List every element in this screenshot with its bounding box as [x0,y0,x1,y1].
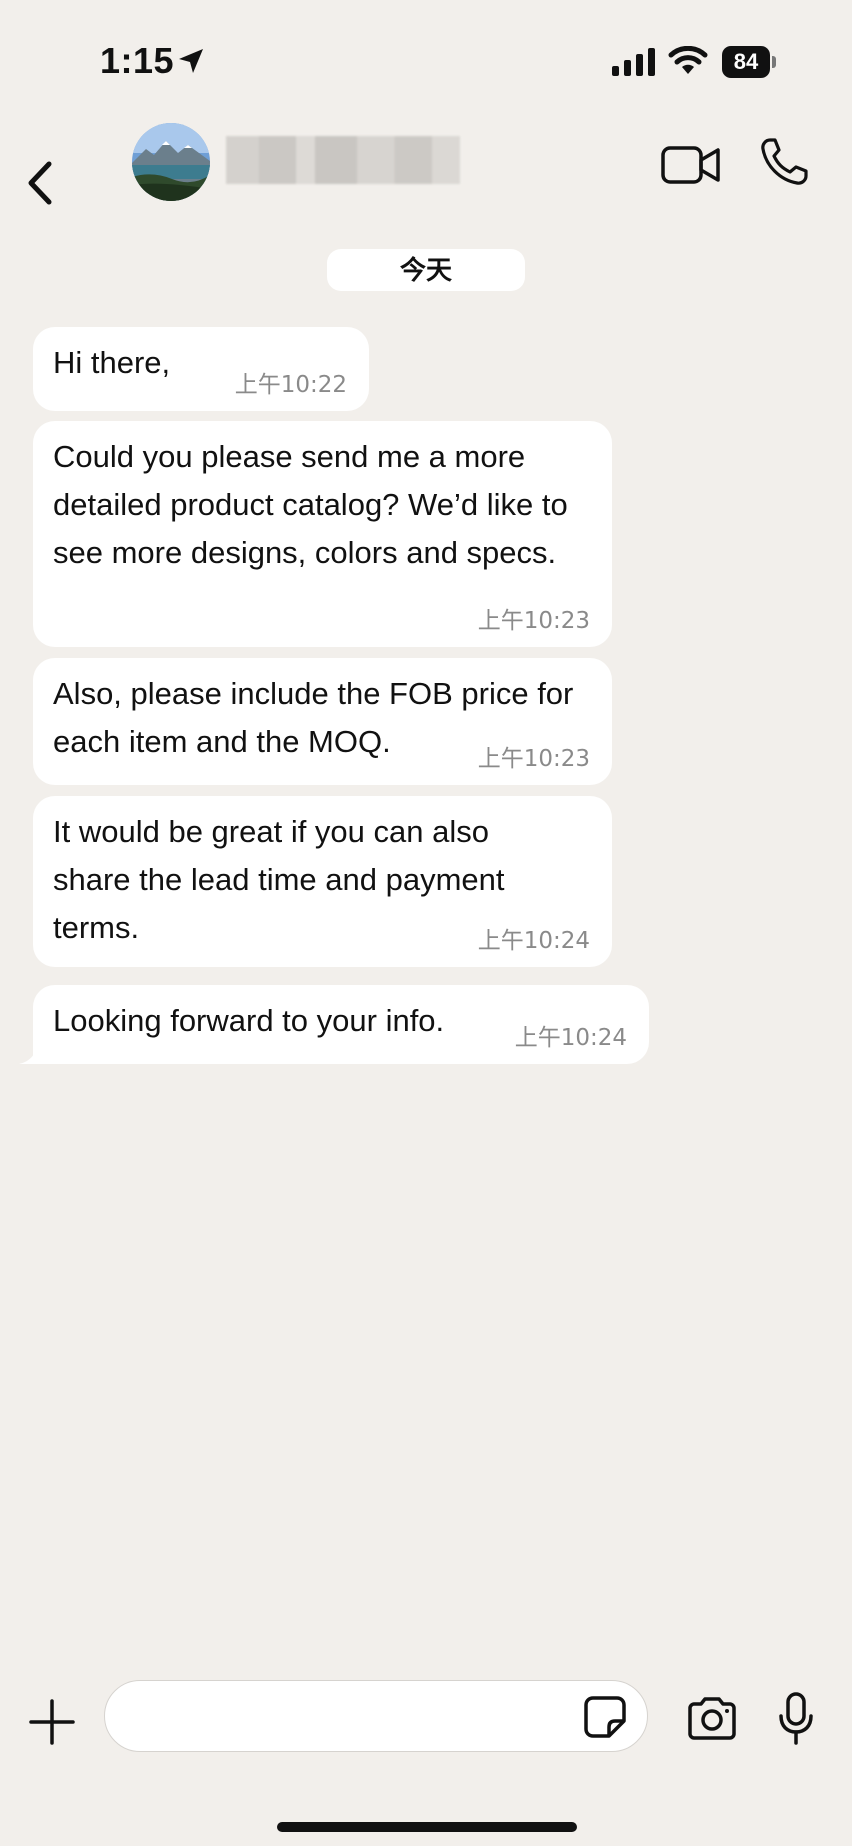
message-timestamp: 上午10:23 [477,608,590,634]
sticker-icon [584,1696,626,1738]
landscape-avatar-image [132,123,210,201]
plus-icon [29,1699,75,1745]
message-timestamp: 上午10:24 [514,1025,627,1051]
message-text: Could you please send me a more detailed… [53,439,568,570]
sticker-button[interactable] [583,1695,627,1739]
home-indicator [277,1822,577,1832]
message-composer [0,1680,852,1780]
battery-icon: 84 [722,46,776,78]
location-arrow-icon [179,49,203,73]
voice-call-button[interactable] [758,136,810,188]
message-input[interactable] [125,1691,569,1743]
message-bubble[interactable]: It would be great if you can also share … [33,796,612,967]
message-input-container[interactable] [104,1680,648,1752]
camera-button[interactable] [686,1696,738,1740]
message-timestamp: 上午10:22 [234,372,347,398]
message-bubble[interactable]: Hi there, 上午10:22 [33,327,369,411]
camera-icon [688,1697,736,1740]
battery-level: 84 [722,46,770,78]
contact-name-redacted [226,136,460,184]
message-bubble[interactable]: Looking forward to your info. 上午10:24 [33,985,649,1064]
status-time: 1:15 [100,40,175,81]
avatar[interactable] [132,123,210,201]
phone-icon [761,138,808,185]
date-separator: 今天 [327,249,525,291]
message-timestamp: 上午10:23 [477,746,590,772]
back-button[interactable] [14,138,66,228]
video-camera-icon [661,146,720,184]
message-bubble[interactable]: Also, please include the FOB price for e… [33,658,612,785]
message-timestamp: 上午10:24 [477,928,590,954]
status-bar: 1:15 84 [0,0,852,120]
voice-message-button[interactable] [778,1692,814,1746]
signal-icon [612,48,655,76]
name-blur-block [226,136,460,184]
battery-cap [772,56,776,68]
wifi-icon [668,46,708,74]
video-call-button[interactable] [660,140,722,190]
chevron-left-icon [28,161,52,205]
add-attachment-button[interactable] [28,1698,76,1746]
chat-header [0,120,852,250]
microphone-icon [779,1692,813,1745]
message-bubble[interactable]: Could you please send me a more detailed… [33,421,612,647]
